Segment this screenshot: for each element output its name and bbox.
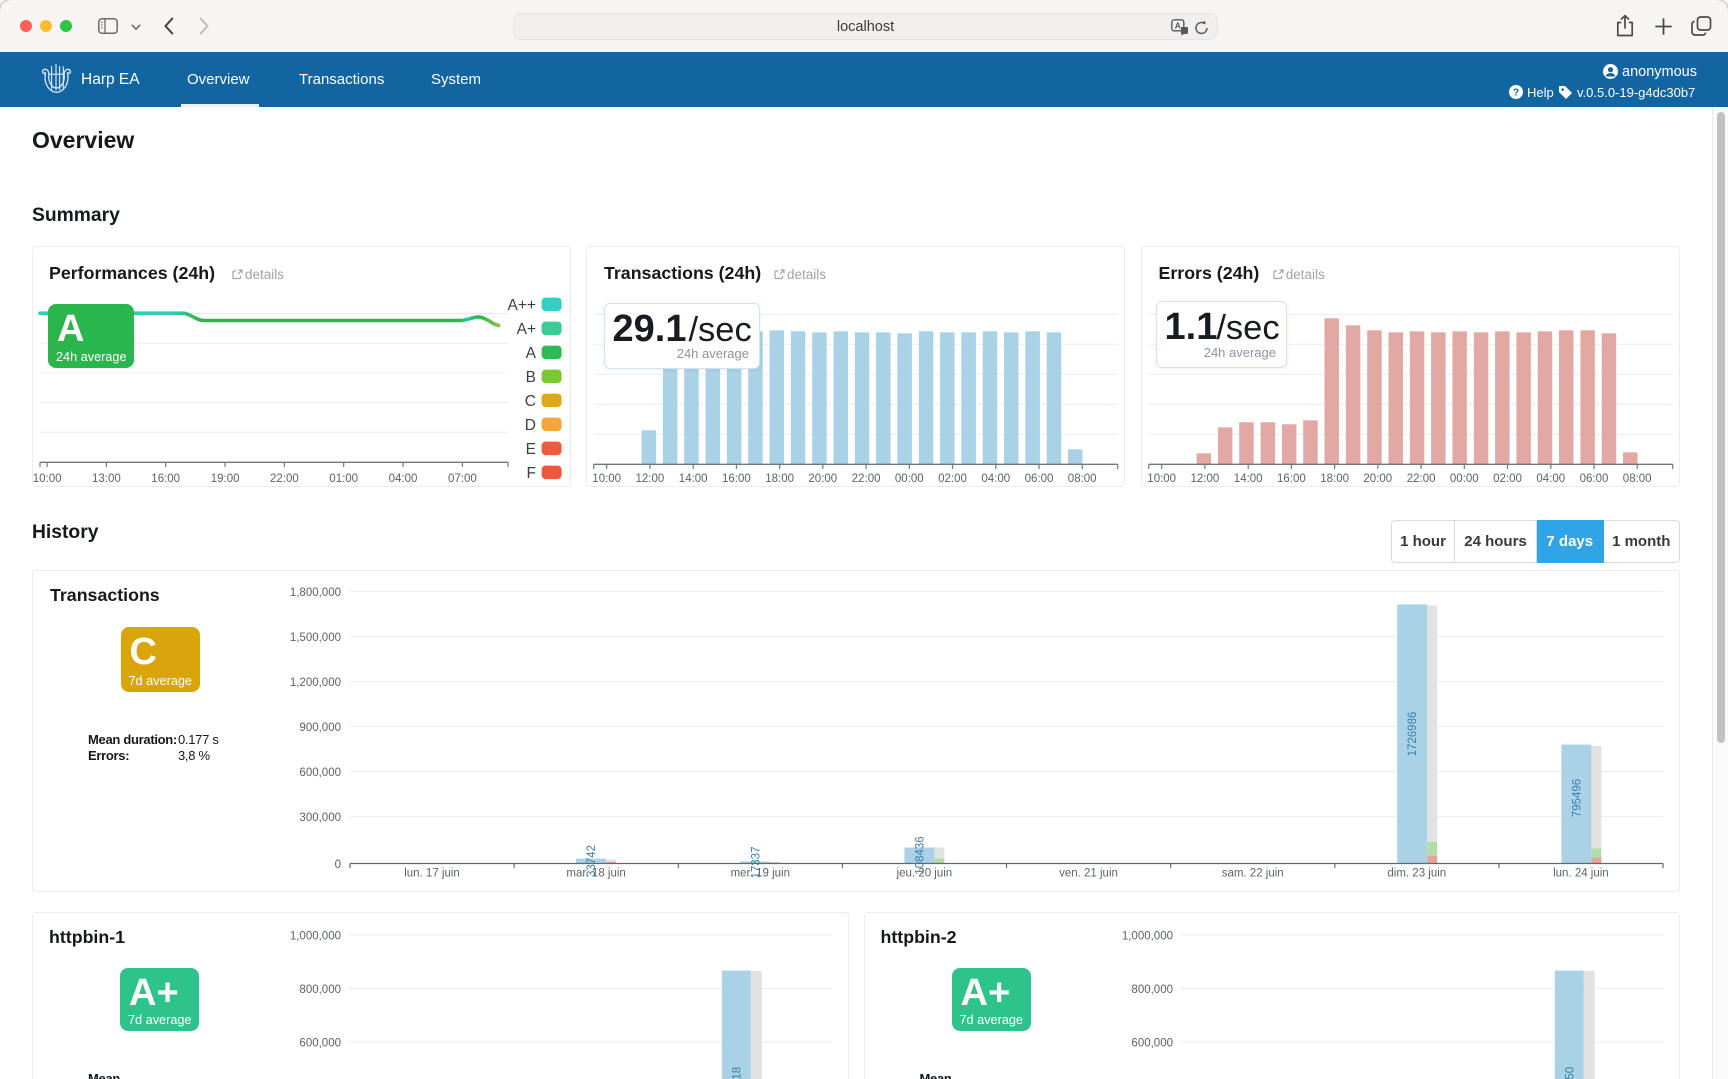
svg-text:16:00: 16:00 bbox=[151, 473, 180, 485]
svg-text:0: 0 bbox=[335, 859, 341, 871]
svg-text:00:00: 00:00 bbox=[1450, 473, 1479, 485]
svg-text:04:00: 04:00 bbox=[389, 473, 418, 485]
svg-text:19:00: 19:00 bbox=[211, 473, 240, 485]
svg-text:01:00: 01:00 bbox=[329, 473, 358, 485]
svg-text:900,000: 900,000 bbox=[299, 722, 341, 734]
svg-text:02:00: 02:00 bbox=[1493, 473, 1522, 485]
svg-text:18:00: 18:00 bbox=[1320, 473, 1349, 485]
svg-text:12:00: 12:00 bbox=[636, 473, 665, 485]
svg-text:795496: 795496 bbox=[1571, 779, 1583, 817]
svg-text:sam. 22 juin: sam. 22 juin bbox=[1222, 868, 1284, 880]
svg-text:600,000: 600,000 bbox=[299, 767, 341, 779]
svg-text:04:00: 04:00 bbox=[982, 473, 1011, 485]
svg-text:1,000,000: 1,000,000 bbox=[1121, 930, 1172, 942]
svg-text:08:00: 08:00 bbox=[1622, 473, 1651, 485]
svg-text:dim. 23 juin: dim. 23 juin bbox=[1387, 868, 1446, 880]
svg-text:D: D bbox=[525, 417, 536, 434]
svg-text:1,200,000: 1,200,000 bbox=[290, 677, 341, 689]
svg-text:12:00: 12:00 bbox=[1190, 473, 1219, 485]
svg-text:13:00: 13:00 bbox=[92, 473, 121, 485]
svg-text:862350: 862350 bbox=[1564, 1066, 1576, 1079]
svg-text:10:00: 10:00 bbox=[1147, 473, 1176, 485]
svg-text:A: A bbox=[1175, 21, 1181, 31]
svg-text:22:00: 22:00 bbox=[852, 473, 881, 485]
svg-text:18:00: 18:00 bbox=[766, 473, 795, 485]
svg-text:10:00: 10:00 bbox=[593, 473, 622, 485]
svg-text:800,000: 800,000 bbox=[299, 984, 341, 996]
svg-text:1,800,000: 1,800,000 bbox=[290, 587, 341, 599]
svg-text:1726986: 1726986 bbox=[1407, 712, 1419, 757]
svg-text:16:00: 16:00 bbox=[1277, 473, 1306, 485]
svg-text:ven. 21 juin: ven. 21 juin bbox=[1059, 868, 1118, 880]
svg-text:08:00: 08:00 bbox=[1068, 473, 1097, 485]
svg-text:1,000,000: 1,000,000 bbox=[290, 930, 341, 942]
svg-text:07:00: 07:00 bbox=[448, 473, 477, 485]
svg-text:33742: 33742 bbox=[586, 845, 598, 877]
svg-text:E: E bbox=[526, 441, 536, 458]
svg-text:17337: 17337 bbox=[750, 847, 762, 879]
svg-text:02:00: 02:00 bbox=[938, 473, 967, 485]
svg-text:600,000: 600,000 bbox=[299, 1037, 341, 1049]
svg-text:14:00: 14:00 bbox=[1233, 473, 1262, 485]
svg-text:00:00: 00:00 bbox=[895, 473, 924, 485]
svg-text:04:00: 04:00 bbox=[1536, 473, 1565, 485]
svg-text:108436: 108436 bbox=[914, 836, 926, 874]
svg-text:22:00: 22:00 bbox=[270, 473, 299, 485]
svg-text:?: ? bbox=[1513, 87, 1519, 98]
svg-text:1,500,000: 1,500,000 bbox=[290, 632, 341, 644]
svg-text:20:00: 20:00 bbox=[809, 473, 838, 485]
svg-text:06:00: 06:00 bbox=[1579, 473, 1608, 485]
svg-text:800,000: 800,000 bbox=[1131, 984, 1173, 996]
svg-text:A++: A++ bbox=[508, 297, 536, 314]
svg-text:22:00: 22:00 bbox=[1406, 473, 1435, 485]
svg-text:300,000: 300,000 bbox=[299, 812, 341, 824]
svg-text:A: A bbox=[526, 345, 537, 362]
svg-text:lun. 24 juin: lun. 24 juin bbox=[1553, 868, 1609, 880]
svg-text:A+: A+ bbox=[517, 321, 536, 338]
svg-text:F: F bbox=[527, 465, 536, 482]
svg-text:B: B bbox=[526, 369, 536, 386]
svg-text:06:00: 06:00 bbox=[1025, 473, 1054, 485]
svg-text:600,000: 600,000 bbox=[1131, 1037, 1173, 1049]
svg-text:lun. 17 juin: lun. 17 juin bbox=[404, 868, 460, 880]
svg-text:C: C bbox=[525, 393, 536, 410]
svg-text:10:00: 10:00 bbox=[33, 473, 62, 485]
svg-text:14:00: 14:00 bbox=[679, 473, 708, 485]
svg-text:867318: 867318 bbox=[731, 1066, 743, 1079]
svg-text:16:00: 16:00 bbox=[722, 473, 751, 485]
svg-text:20:00: 20:00 bbox=[1363, 473, 1392, 485]
